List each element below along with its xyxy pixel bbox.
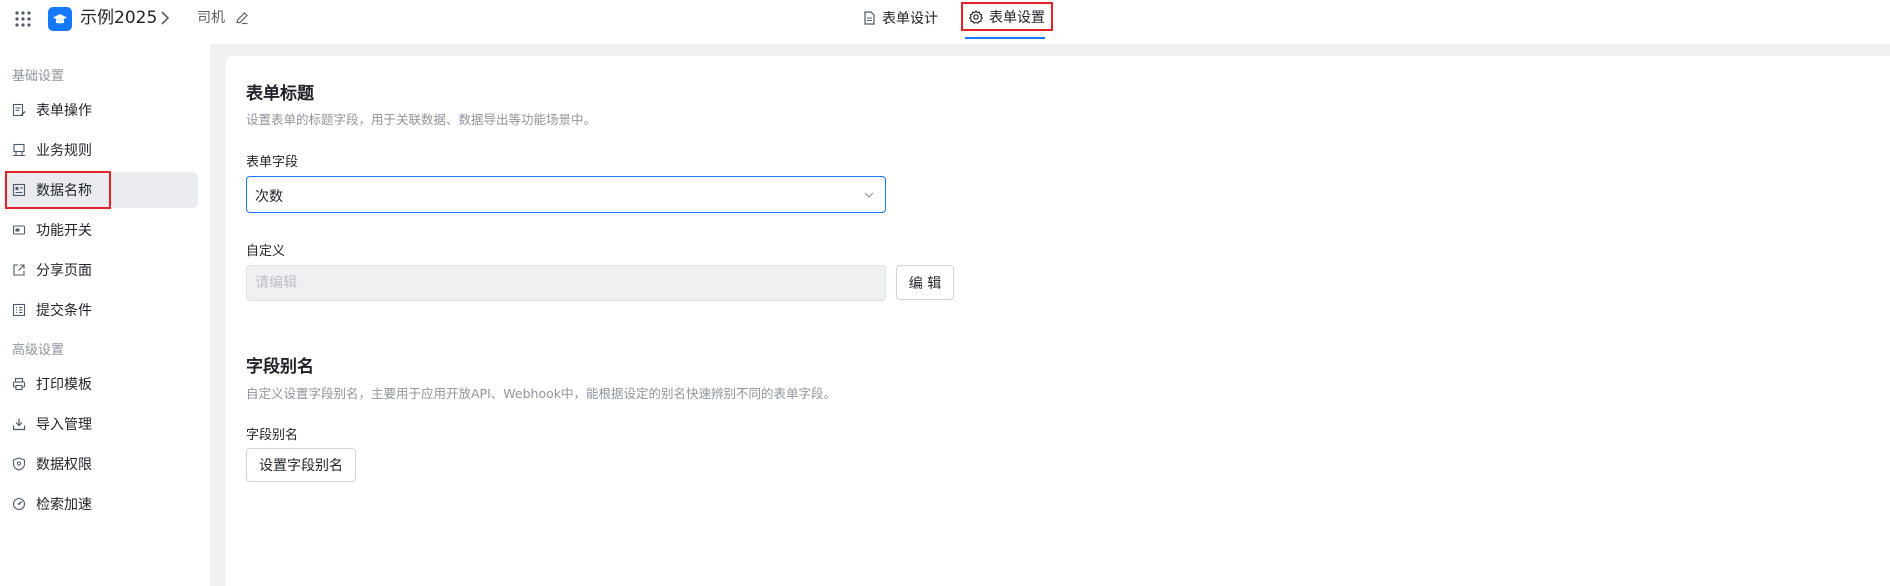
sidebar-item-business-rules[interactable]: 业务规则 xyxy=(4,132,198,168)
section-title-form-title: 表单标题 xyxy=(246,84,314,104)
tab-form-design[interactable]: 表单设计 xyxy=(856,4,944,32)
sidebar-item-label: 分享页面 xyxy=(36,263,92,279)
pencil-icon[interactable] xyxy=(234,10,250,26)
set-field-alias-button[interactable]: 设置字段别名 xyxy=(246,448,356,482)
form-edit-icon xyxy=(12,103,26,117)
sidebar-group-advanced: 高级设置 xyxy=(12,343,65,358)
sidebar-item-label: 导入管理 xyxy=(36,417,92,433)
share-icon xyxy=(13,264,25,276)
printer-icon xyxy=(12,377,26,391)
sidebar-item-import-management[interactable]: 导入管理 xyxy=(4,406,198,442)
tab-form-settings[interactable]: 表单设置 xyxy=(961,2,1053,31)
sidebar-item-print-template[interactable]: 打印模板 xyxy=(4,366,198,402)
field-label-field-alias: 字段别名 xyxy=(246,428,299,443)
section-title-field-alias: 字段别名 xyxy=(246,357,314,377)
edit-button[interactable]: 编 辑 xyxy=(896,265,954,300)
sidebar-item-label: 数据名称 xyxy=(36,183,92,199)
data-name-icon xyxy=(12,183,26,197)
field-label-custom: 自定义 xyxy=(246,244,286,259)
sidebar-item-label: 提交条件 xyxy=(36,303,92,319)
document-icon xyxy=(864,11,875,25)
form-field-select[interactable]: 次数 xyxy=(246,176,886,213)
sidebar-item-label: 业务规则 xyxy=(36,143,92,159)
sidebar-item-submit-conditions[interactable]: 提交条件 xyxy=(4,292,198,328)
shield-icon xyxy=(12,457,26,471)
toggle-icon xyxy=(12,225,26,235)
sidebar-item-label: 检索加速 xyxy=(36,497,92,513)
sidebar-item-feature-toggles[interactable]: 功能开关 xyxy=(4,212,198,248)
tab-form-design-label: 表单设计 xyxy=(882,11,938,27)
section-description: 设置表单的标题字段，用于关联数据、数据导出等功能场景中。 xyxy=(246,112,597,127)
gear-icon xyxy=(969,9,983,24)
sidebar-item-form-actions[interactable]: 表单操作 xyxy=(4,92,198,128)
sidebar-item-label: 功能开关 xyxy=(36,223,92,239)
form-name[interactable]: 司机 xyxy=(197,8,225,28)
top-bar: 示例2025 司机 表单设计 表单设置 xyxy=(0,0,1890,44)
sidebar-group-basic: 基础设置 xyxy=(12,69,65,84)
checklist-icon xyxy=(12,303,26,317)
sidebar-item-search-acceleration[interactable]: 检索加速 xyxy=(4,486,198,522)
chevron-right-icon xyxy=(161,11,170,25)
sidebar-item-share-page[interactable]: 分享页面 xyxy=(4,252,198,288)
graduation-cap-icon[interactable] xyxy=(48,7,72,31)
chevron-down-icon xyxy=(864,192,874,198)
rules-icon xyxy=(13,143,25,157)
sidebar-item-data-permissions[interactable]: 数据权限 xyxy=(4,446,198,482)
app-name[interactable]: 示例2025 xyxy=(80,6,157,30)
field-label-form-field: 表单字段 xyxy=(246,155,299,170)
app-grid-icon[interactable] xyxy=(14,10,32,28)
sidebar-item-label: 表单操作 xyxy=(36,103,92,119)
settings-card xyxy=(226,56,1890,586)
custom-title-input[interactable] xyxy=(246,265,886,301)
active-tab-indicator xyxy=(965,37,1045,39)
sidebar-item-label: 数据权限 xyxy=(36,457,92,473)
sidebar-item-label: 打印模板 xyxy=(36,377,92,393)
import-icon xyxy=(12,418,26,431)
speed-icon xyxy=(12,497,26,511)
section-description: 自定义设置字段别名，主要用于应用开放API、Webhook中，能根据设定的别名快… xyxy=(246,386,836,401)
select-value: 次数 xyxy=(255,189,283,205)
sidebar-item-data-name[interactable]: 数据名称 xyxy=(4,172,198,208)
tab-form-settings-label: 表单设置 xyxy=(989,9,1045,26)
